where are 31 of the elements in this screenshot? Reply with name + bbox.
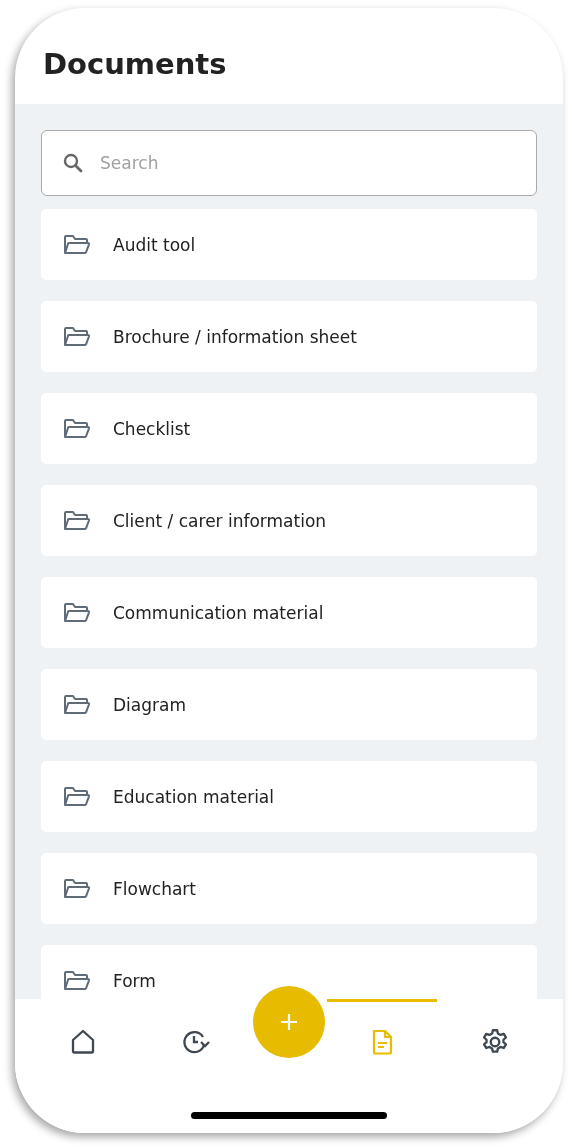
folder-icon [63, 968, 91, 993]
folder-item[interactable]: Form [41, 945, 537, 999]
folder-label: Education material [113, 786, 274, 807]
folder-icon [63, 232, 91, 257]
folder-item[interactable]: Education material [41, 761, 537, 832]
folder-icon [63, 416, 91, 441]
folder-item[interactable]: Brochure / information sheet [41, 301, 537, 372]
folder-icon [63, 876, 91, 901]
document-icon [370, 1027, 395, 1056]
folder-icon [63, 508, 91, 533]
search-field[interactable]: Search [41, 130, 537, 196]
folder-icon [63, 324, 91, 349]
folder-label: Audit tool [113, 234, 196, 255]
folder-icon [63, 692, 91, 717]
folder-item[interactable]: Audit tool [41, 209, 537, 280]
plus-icon [278, 1012, 299, 1032]
folder-label: Communication material [113, 602, 324, 623]
folder-label: Form [113, 970, 156, 991]
folder-label: Flowchart [113, 878, 196, 899]
folder-label: Checklist [113, 418, 191, 439]
folder-item[interactable]: Checklist [41, 393, 537, 464]
folder-icon [63, 600, 91, 625]
folder-item[interactable]: Client / carer information [41, 485, 537, 556]
folder-icon [63, 784, 91, 809]
folder-label: Brochure / information sheet [113, 326, 357, 347]
folder-label: Diagram [113, 694, 186, 715]
folder-item[interactable]: Diagram [41, 669, 537, 740]
folder-item[interactable]: Flowchart [41, 853, 537, 924]
folder-label: Client / carer information [113, 510, 327, 531]
page-title: Documents [43, 47, 227, 81]
folder-item[interactable]: Communication material [41, 577, 537, 648]
